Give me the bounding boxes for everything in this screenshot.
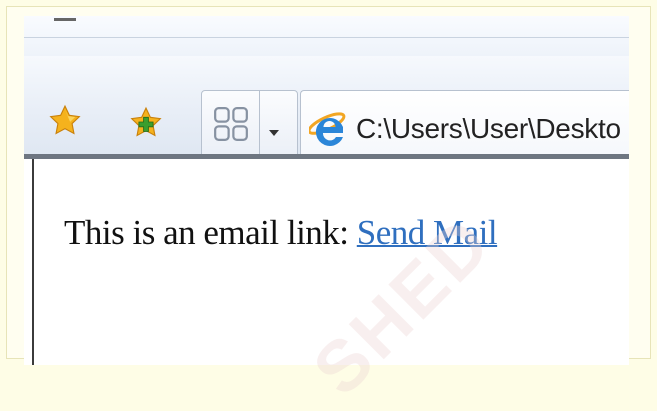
sentence-text: This is an email link: [64,213,357,252]
page-content: This is an email link: Send Mail [32,159,629,365]
email-link-sentence: This is an email link: Send Mail [64,213,498,253]
quick-tabs-icon[interactable] [212,105,250,148]
title-strip [24,16,629,56]
send-mail-link[interactable]: Send Mail [357,213,498,252]
title-dash [54,18,76,21]
title-divider [24,37,629,38]
favorites-star-icon[interactable] [48,104,82,143]
browser-toolbar: C:\Users\User\Deskto [24,56,629,165]
address-text[interactable]: C:\Users\User\Deskto [356,113,621,145]
tab-list-dropdown-icon[interactable] [268,124,280,142]
browser-screenshot: C:\Users\User\Deskto This is an email li… [24,16,629,365]
add-to-favorites-icon[interactable] [129,106,163,145]
internet-explorer-icon [307,109,349,154]
